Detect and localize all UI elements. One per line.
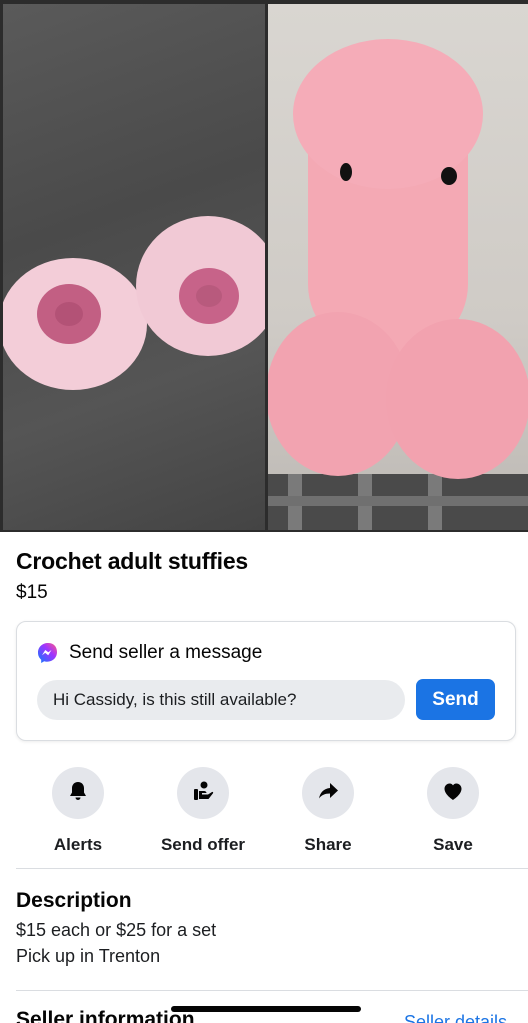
send-offer-circle[interactable] — [177, 767, 229, 819]
alerts-circle[interactable] — [52, 767, 104, 819]
listing-photo[interactable] — [0, 0, 528, 532]
save-button[interactable]: Save — [393, 767, 513, 855]
send-offer-button[interactable]: Send offer — [143, 767, 263, 855]
alerts-label: Alerts — [53, 835, 103, 854]
message-input[interactable]: Hi Cassidy, is this still available? — [37, 680, 405, 720]
listing-price: $15 — [16, 582, 48, 603]
send-offer-label: Send offer — [160, 835, 246, 854]
action-bar: Alerts Send offer Share Save — [0, 767, 528, 857]
bell-icon — [67, 780, 89, 807]
share-arrow-icon — [316, 779, 340, 808]
description-heading: Description — [16, 889, 132, 912]
home-indicator[interactable] — [171, 1006, 361, 1012]
divider — [16, 868, 528, 869]
share-circle[interactable] — [302, 767, 354, 819]
save-circle[interactable] — [427, 767, 479, 819]
description-line: $15 each or $25 for a set — [16, 920, 217, 940]
seller-details-link[interactable]: Seller details — [404, 1012, 507, 1023]
save-label: Save — [433, 835, 473, 854]
divider — [16, 990, 528, 991]
photo-crochet-plush — [268, 4, 528, 530]
alerts-button[interactable]: Alerts — [18, 767, 138, 855]
share-button[interactable]: Share — [268, 767, 388, 855]
seller-information-heading: Seller information — [16, 1008, 195, 1023]
message-card-header: Send seller a message — [37, 642, 262, 664]
send-button[interactable]: Send — [416, 679, 495, 720]
heart-icon — [441, 779, 465, 808]
offer-hand-icon — [191, 779, 215, 808]
messenger-icon — [37, 642, 59, 664]
share-label: Share — [304, 835, 352, 854]
description-line: Pick up in Trenton — [16, 946, 161, 966]
message-card-heading: Send seller a message — [69, 642, 263, 663]
listing-title: Crochet adult stuffies — [16, 548, 249, 574]
message-seller-card: Send seller a message Hi Cassidy, is thi… — [16, 621, 516, 741]
photo-crochet-breasts — [3, 4, 265, 530]
